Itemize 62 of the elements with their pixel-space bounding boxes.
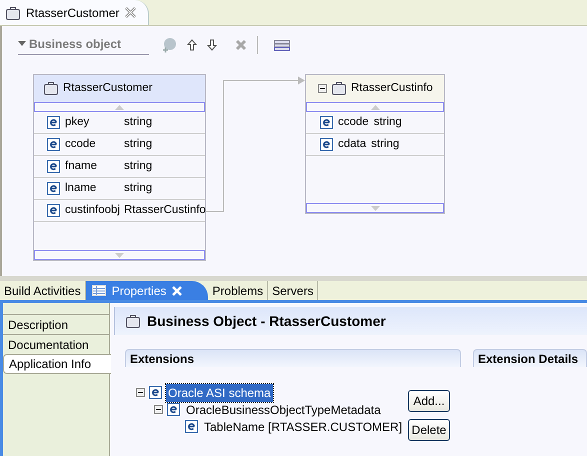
property-tab[interactable]: Application Info bbox=[3, 354, 111, 374]
section-title: Business object bbox=[29, 36, 122, 53]
field-name: pkey bbox=[65, 114, 90, 130]
object-name: RtasserCustinfo bbox=[351, 80, 433, 96]
briefcase-icon bbox=[332, 82, 346, 95]
tree-item[interactable]: TableName [RTASSER.CUSTOMER] bbox=[202, 418, 404, 436]
properties-title: Business Object - RtasserCustomer bbox=[147, 312, 386, 331]
collapse-icon[interactable] bbox=[136, 388, 145, 397]
action-button[interactable]: Add... bbox=[408, 390, 450, 412]
scroll-down-bar[interactable] bbox=[34, 250, 205, 260]
object-name: RtasserCustomer bbox=[63, 80, 152, 96]
properties-icon bbox=[92, 285, 106, 296]
business-object-node[interactable]: RtasserCustinfo ccode string cdata string bbox=[305, 74, 445, 214]
section-header: Extension Details bbox=[473, 349, 587, 367]
element-icon bbox=[185, 420, 198, 433]
panel-tab[interactable]: Properties bbox=[86, 281, 208, 300]
collapse-icon[interactable] bbox=[154, 405, 163, 414]
close-icon[interactable] bbox=[125, 7, 136, 18]
field-type: string bbox=[124, 114, 152, 130]
element-icon bbox=[47, 204, 60, 217]
panel-tab[interactable]: Problems bbox=[208, 281, 268, 300]
field-type: string bbox=[124, 158, 152, 174]
field-name: ccode bbox=[338, 114, 369, 130]
element-icon bbox=[167, 403, 180, 416]
element-icon bbox=[320, 116, 333, 129]
field-type: string bbox=[124, 136, 152, 152]
scroll-down-bar[interactable] bbox=[306, 203, 444, 213]
down-arrow-icon[interactable] bbox=[207, 39, 218, 51]
element-icon bbox=[47, 160, 60, 173]
scroll-up-bar[interactable] bbox=[34, 102, 205, 112]
field-type: string bbox=[371, 136, 400, 152]
briefcase-icon bbox=[126, 315, 140, 328]
up-arrow-icon[interactable] bbox=[187, 39, 198, 51]
scroll-up-bar[interactable] bbox=[306, 102, 444, 112]
add-icon[interactable] bbox=[161, 37, 178, 53]
field-name: fname bbox=[65, 158, 98, 174]
collapse-icon[interactable] bbox=[318, 84, 327, 93]
field-name: ccode bbox=[65, 136, 97, 152]
field-type: string bbox=[124, 180, 152, 196]
element-icon bbox=[47, 182, 60, 195]
field-type: string bbox=[374, 114, 402, 130]
field-name: custinfoobj bbox=[65, 202, 119, 218]
briefcase-icon bbox=[6, 6, 20, 20]
delete-icon[interactable] bbox=[235, 39, 248, 51]
action-button[interactable]: Delete bbox=[408, 419, 450, 441]
business-object-node[interactable]: RtasserCustomer pkey string ccode string fname string lname string custinfoobj RtasserCustinfo bbox=[33, 74, 206, 261]
panel-tab[interactable]: Servers bbox=[268, 281, 318, 300]
briefcase-icon bbox=[44, 82, 58, 95]
tree-item[interactable]: OracleBusinessObjectTypeMetadata bbox=[184, 400, 383, 418]
field-name: lname bbox=[65, 180, 98, 196]
field-type: RtasserCustinfo bbox=[124, 202, 206, 218]
field-name: cdata bbox=[338, 136, 366, 152]
element-icon bbox=[47, 116, 60, 129]
tree-item[interactable]: Oracle ASI schema bbox=[166, 384, 273, 402]
element-icon bbox=[149, 386, 162, 399]
element-icon bbox=[47, 138, 60, 151]
editor-tab[interactable]: RtasserCustomer bbox=[0, 0, 150, 25]
element-icon bbox=[320, 138, 333, 151]
caret-icon[interactable] bbox=[18, 41, 26, 47]
layout-icon[interactable] bbox=[274, 40, 290, 50]
section-header: Extensions bbox=[125, 349, 461, 367]
property-tab[interactable]: Description bbox=[3, 314, 109, 334]
